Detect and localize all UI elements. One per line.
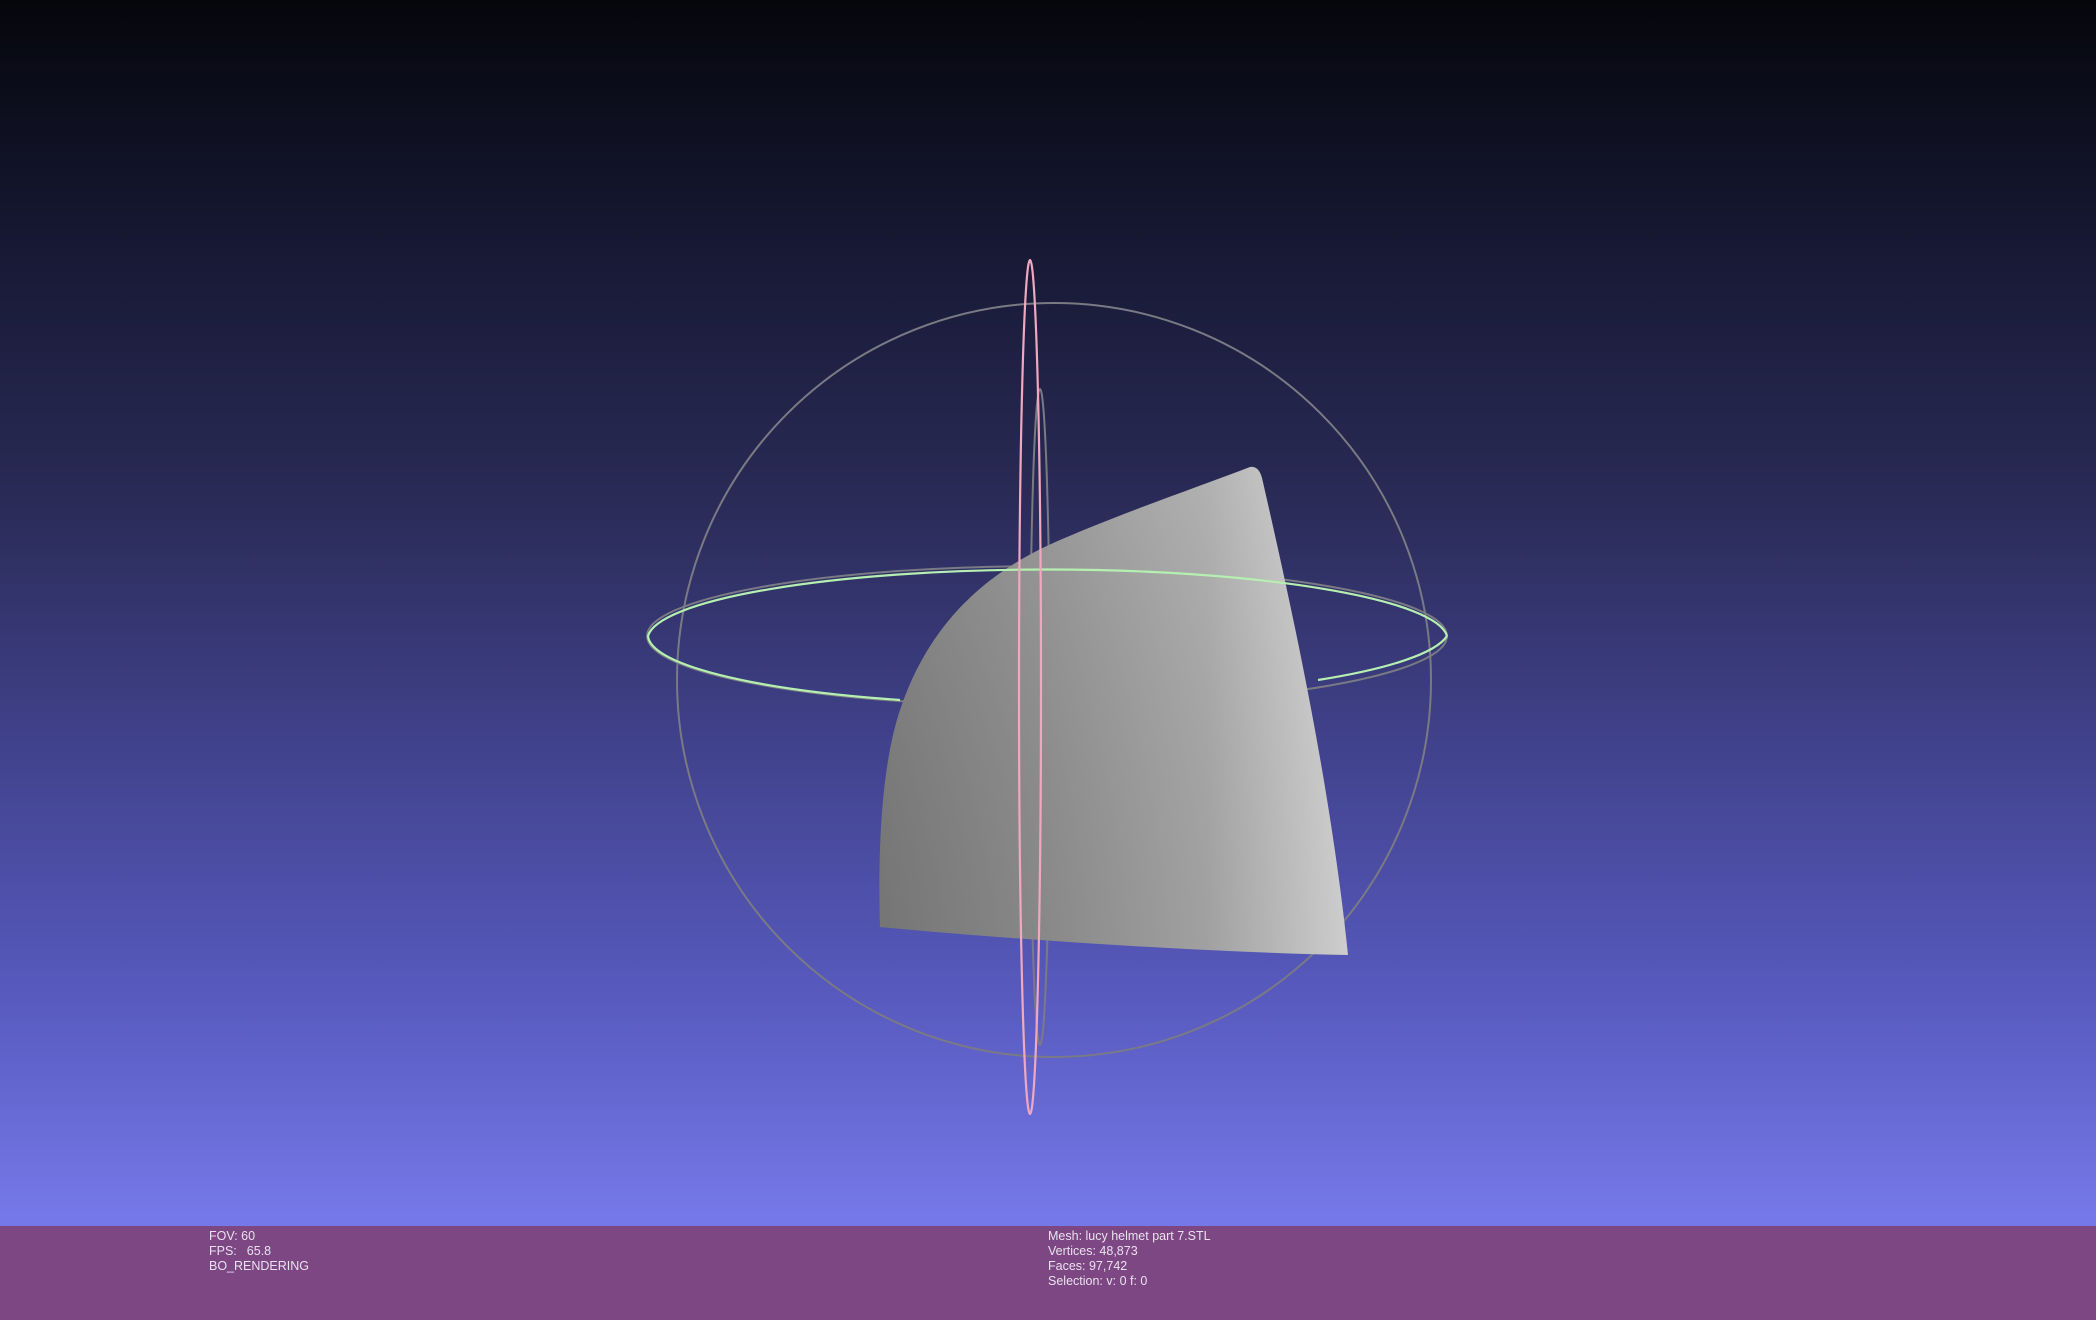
- fps-readout: FPS: 65.8: [209, 1244, 309, 1259]
- scene-canvas[interactable]: [0, 0, 2096, 1320]
- face-count: Faces: 97,742: [1048, 1259, 1128, 1273]
- mesh-info: Mesh: lucy helmet part 7.STL Vertices: 4…: [1048, 1229, 1211, 1289]
- info-status-bar: FOV: 60 FPS: 65.8 BO_RENDERING Mesh: lucy…: [0, 1226, 2096, 1320]
- fps-value: 65.8: [246, 1244, 272, 1258]
- trackball-horizontal-ring-front: [646, 635, 901, 702]
- mesh-name: Mesh: lucy helmet part 7.STL: [1048, 1229, 1211, 1243]
- render-info: FOV: 60 FPS: 65.8 BO_RENDERING: [209, 1229, 309, 1274]
- fov-readout: FOV: 60: [209, 1229, 256, 1243]
- mesh-model[interactable]: [879, 466, 1348, 955]
- 3d-viewport[interactable]: [0, 0, 2096, 1320]
- fps-label: FPS:: [209, 1244, 237, 1258]
- selection-count: Selection: v: 0 f: 0: [1048, 1274, 1148, 1288]
- render-mode: BO_RENDERING: [209, 1259, 310, 1273]
- vertex-count: Vertices: 48,873: [1048, 1244, 1138, 1258]
